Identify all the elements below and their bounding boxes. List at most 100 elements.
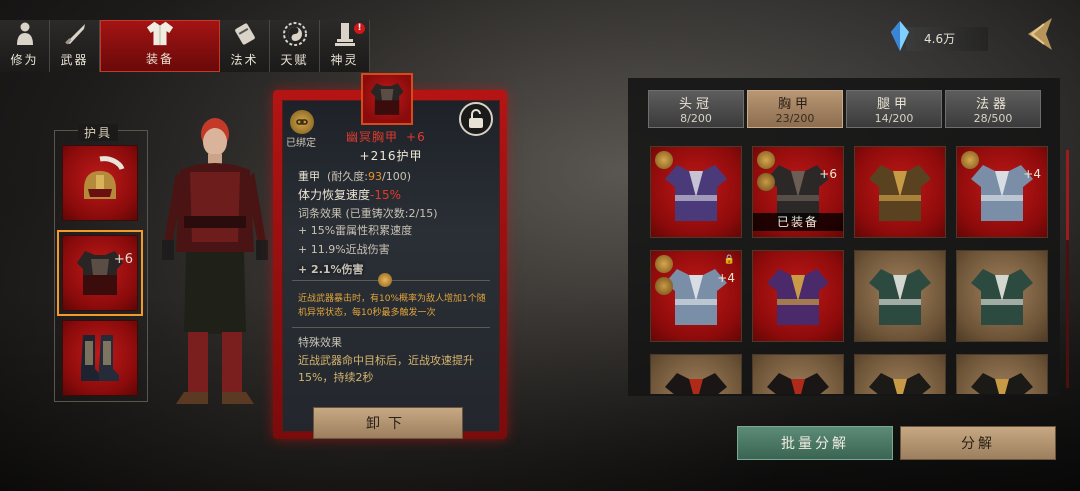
armor-type-row: 重甲 (耐久度:93/100) (298, 168, 411, 184)
inventory-item[interactable] (650, 146, 742, 238)
tab-weapon[interactable]: 武器 (50, 20, 100, 72)
chest-armor-icon (370, 83, 404, 115)
inventory-item[interactable] (752, 354, 844, 394)
category-count: 23/200 (775, 112, 815, 125)
chest-armor-icon (767, 269, 829, 325)
character-model (162, 118, 268, 404)
tab-label: 修为 (10, 53, 39, 67)
equipped-label: 已装备 (753, 213, 843, 231)
chest-armor-icon (971, 373, 1033, 394)
unequip-button[interactable]: 卸下 (313, 407, 463, 439)
chest-armor-slot[interactable]: +6 (57, 230, 143, 316)
scroll-icon (231, 20, 259, 48)
bound-icon (290, 110, 314, 134)
item-name-text: 幽冥胸甲 (346, 130, 399, 144)
lock-toggle-button[interactable] (459, 102, 493, 136)
inventory-item[interactable] (854, 250, 946, 342)
tab-label: 天赋 (280, 53, 309, 67)
robe-icon (146, 19, 174, 47)
enhance-level-badge: +6 (113, 252, 133, 267)
chest-armor-icon (869, 165, 931, 221)
armor-slot-title: 护具 (78, 124, 119, 141)
armor-value: +216护甲 (359, 149, 423, 163)
chest-armor-icon (767, 373, 829, 394)
enhance-level-badge: +4 (1023, 167, 1041, 181)
tab-cultivation[interactable]: 修为 (0, 20, 50, 72)
category-name: 头冠 (678, 97, 713, 112)
yin-yang-icon (281, 20, 309, 48)
durability-current: 93 (368, 170, 382, 183)
category-tab-helmet[interactable]: 头冠 8/200 (648, 90, 744, 128)
chest-armor-icon (971, 269, 1033, 325)
unlock-icon (469, 109, 483, 128)
stamina-label: 体力恢复速度 (298, 188, 371, 202)
stamina-row: 体力恢复速度-15% (298, 186, 401, 203)
tab-label: 神灵 (330, 53, 359, 67)
inventory-item[interactable] (650, 354, 742, 394)
tab-label: 装备 (145, 52, 174, 66)
helmet-slot[interactable] (62, 145, 138, 221)
category-tab-chest[interactable]: 胸甲 23/200 (747, 90, 843, 128)
inventory-grid: +6 已装备 +4 🔒 +4 (650, 146, 1062, 394)
currency-display: 4.6万 (906, 27, 988, 51)
item-name: 幽冥胸甲 +6 (346, 128, 426, 145)
stamina-value: -15% (370, 188, 402, 202)
tab-equipment[interactable]: 装备 (100, 20, 220, 72)
enhance-level-badge: +6 (819, 167, 837, 181)
boots-slot[interactable] (62, 320, 138, 396)
inventory-item[interactable] (854, 146, 946, 238)
armor-type: 重甲 (298, 170, 320, 183)
rarity-badge-icon (961, 151, 979, 169)
disassemble-button[interactable]: 分解 (900, 426, 1056, 460)
affix-line-highlight: + 2.1%伤害 (298, 263, 364, 276)
category-count: 8/200 (680, 112, 712, 125)
category-name: 法器 (975, 97, 1010, 112)
lock-icon: 🔒 (723, 255, 735, 265)
top-tab-bar: 修为 武器 装备 法术 天赋 神灵 ! (0, 20, 370, 72)
helmet-icon (84, 156, 125, 199)
gem-icon (378, 273, 392, 287)
rarity-badge-icon (757, 151, 775, 169)
tab-talent[interactable]: 天赋 (270, 20, 320, 72)
inventory-item[interactable] (956, 250, 1048, 342)
bulk-disassemble-button[interactable]: 批量分解 (737, 426, 893, 460)
inventory-scroll-thumb[interactable] (1066, 150, 1069, 240)
special-description: 近战武器命中目标后，近战攻速提升15%，持续2秒 (298, 354, 474, 384)
category-count: 14/200 (874, 112, 914, 125)
chest-armor-icon (869, 269, 931, 325)
inventory-item[interactable] (854, 354, 946, 394)
durability-max: /100) (382, 170, 411, 183)
category-name: 胸甲 (777, 97, 812, 112)
gem-description: 近战武器暴击时，有10%概率为敌人增加1个随机异常状态，每10秒最多触发一次 (298, 294, 486, 318)
enhance-level-badge: +4 (717, 271, 735, 285)
tab-spells[interactable]: 法术 (220, 20, 270, 72)
back-arrow-icon[interactable] (1018, 14, 1058, 54)
category-tab-artifact[interactable]: 法器 28/500 (945, 90, 1041, 128)
notification-badge: ! (354, 23, 365, 34)
currency-amount: 4.6万 (924, 32, 956, 46)
inventory-item[interactable]: +4 (956, 146, 1048, 238)
tab-label: 武器 (60, 53, 89, 67)
affix-header: 词条效果 (已重铸次数:2/15) (298, 207, 438, 220)
category-name: 腿甲 (876, 97, 911, 112)
bound-icon (757, 173, 775, 191)
bound-icon (655, 277, 673, 295)
inventory-item[interactable]: +6 已装备 (752, 146, 844, 238)
tab-label: 法术 (230, 53, 259, 67)
inventory-item[interactable]: 🔒 +4 (650, 250, 742, 342)
tooltip-item-icon (361, 73, 413, 125)
boots-icon (81, 335, 119, 381)
rarity-badge-icon (655, 151, 673, 169)
tab-deity[interactable]: 神灵 ! (320, 20, 370, 72)
category-tab-legs[interactable]: 腿甲 14/200 (846, 90, 942, 128)
affix-line: + 15%雷属性积累速度 (298, 224, 413, 237)
crystal-currency-icon (891, 21, 909, 51)
category-count: 28/500 (973, 112, 1013, 125)
meditation-figure-icon (11, 20, 39, 48)
chest-armor-icon (869, 373, 931, 394)
divider (292, 327, 490, 328)
inventory-item[interactable] (956, 354, 1048, 394)
special-header: 特殊效果 (298, 336, 342, 349)
inventory-item[interactable] (752, 250, 844, 342)
affix-line: + 11.9%近战伤害 (298, 243, 390, 256)
